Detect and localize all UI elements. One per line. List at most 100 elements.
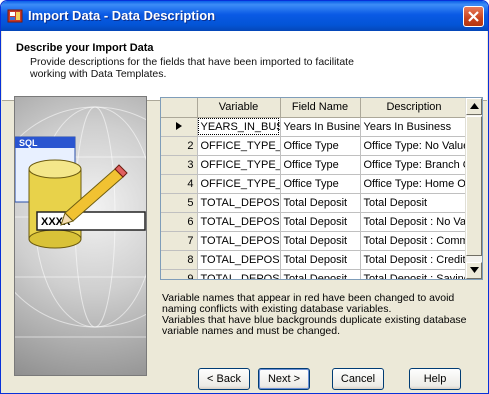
title-bar[interactable]: Import Data - Data Description bbox=[1, 1, 488, 31]
window-title: Import Data - Data Description bbox=[28, 8, 216, 23]
description-cell[interactable]: Total Deposit : Savings bbox=[360, 269, 469, 280]
row-number[interactable]: 6 bbox=[161, 212, 198, 232]
description-cell[interactable]: Office Type: Home Office bbox=[360, 174, 469, 194]
field-name-cell[interactable]: Total Deposit bbox=[280, 231, 361, 251]
variable-cell-text: TOTAL_DEPOSIT_NO_VALUE bbox=[200, 215, 280, 228]
row-number[interactable]: 8 bbox=[161, 250, 198, 270]
row-number[interactable]: 9 bbox=[161, 269, 198, 279]
description-cell[interactable]: Total Deposit : Commercial bbox=[360, 231, 469, 251]
variable-cell[interactable]: YEARS_IN_BUSINESS bbox=[197, 117, 281, 137]
table-row[interactable]: 9TOTAL_DEPOSIT_SAVINGSTotal Deposit Total… bbox=[161, 269, 469, 280]
row-number[interactable]: 3 bbox=[161, 155, 198, 175]
variable-cell[interactable]: TOTAL_DEPOSIT_SAVINGS bbox=[197, 269, 281, 280]
table-row[interactable]: 6TOTAL_DEPOSIT_NO_VALUETotal Deposit Tota… bbox=[161, 212, 469, 232]
field-name-cell-text: Total Deposit bbox=[283, 234, 348, 247]
variable-cell[interactable]: OFFICE_TYPE_NO_VALUE bbox=[197, 136, 281, 156]
column-header-field-name[interactable]: Field Name bbox=[280, 98, 361, 118]
description-cell-text: Total Deposit bbox=[363, 196, 428, 209]
description-cell-text: Office Type: Home Office bbox=[363, 177, 468, 190]
description-cell-text: Years In Business bbox=[363, 120, 452, 133]
field-name-cell[interactable]: Total Deposit bbox=[280, 269, 361, 279]
row-header-corner bbox=[161, 98, 198, 118]
description-cell[interactable]: Total Deposit : No Value bbox=[360, 212, 469, 232]
variable-cell-text: OFFICE_TYPE_HOME bbox=[200, 177, 280, 190]
close-icon bbox=[468, 11, 479, 22]
field-name-cell[interactable]: Office Type bbox=[280, 155, 361, 175]
page-title: Describe your Import Data bbox=[16, 42, 154, 54]
field-name-cell[interactable]: Total Deposit bbox=[280, 212, 361, 232]
row-number[interactable]: 4 bbox=[161, 174, 198, 194]
variable-cell[interactable]: TOTAL_DEPOSIT_NO_VALUE bbox=[197, 212, 281, 232]
close-button[interactable] bbox=[463, 6, 484, 27]
field-name-cell-text: Office Type bbox=[283, 158, 339, 171]
field-name-cell[interactable]: Years In Business bbox=[280, 117, 361, 137]
page-description: Provide descriptions for the fields that… bbox=[30, 56, 354, 80]
table-row[interactable]: YEARS_IN_BUSINESSYears In BusinessYears … bbox=[161, 117, 469, 137]
app-icon bbox=[7, 9, 23, 23]
field-name-cell-text: Office Type bbox=[283, 139, 339, 152]
description-cell-text: Total Deposit : Commercial bbox=[363, 234, 468, 247]
scroll-down-button[interactable] bbox=[466, 262, 482, 279]
variable-cell-text: TOTAL_DEPOSIT_SAVINGS bbox=[200, 272, 280, 280]
field-name-cell-text: Total Deposit bbox=[283, 253, 348, 266]
scroll-thumb[interactable] bbox=[466, 116, 482, 256]
variable-cell-text: OFFICE_TYPE_BRANCH bbox=[200, 158, 280, 171]
row-number[interactable]: 7 bbox=[161, 231, 198, 251]
row-number[interactable]: 2 bbox=[161, 136, 198, 156]
field-name-cell-text: Office Type bbox=[283, 177, 339, 190]
database-illustration: SQL XXXX bbox=[14, 96, 147, 376]
table-row[interactable]: 8TOTAL_DEPOSIT_CREDITTotal Deposit Total … bbox=[161, 250, 469, 270]
variable-cell-text: TOTAL_DEPOSIT_CREDIT bbox=[200, 253, 280, 266]
description-cell[interactable]: Office Type: Branch Office bbox=[360, 155, 469, 175]
description-cell[interactable]: Years In Business bbox=[360, 117, 469, 137]
import-data-dialog: Import Data - Data Description Describe … bbox=[0, 0, 489, 394]
field-name-cell[interactable]: Total Deposit bbox=[280, 193, 361, 213]
description-cell-text: Office Type: No Value bbox=[363, 139, 468, 152]
column-header-description[interactable]: Description bbox=[360, 98, 469, 118]
arrow-up-icon bbox=[470, 103, 479, 109]
field-name-cell[interactable]: Office Type bbox=[280, 174, 361, 194]
row-number[interactable]: 5 bbox=[161, 193, 198, 213]
description-cell-text: Total Deposit : No Value bbox=[363, 215, 468, 228]
description-cell-text: Office Type: Branch Office bbox=[363, 158, 468, 171]
help-button[interactable]: Help bbox=[409, 368, 461, 390]
table-row[interactable]: 4OFFICE_TYPE_HOMEOffice Type Office Type:… bbox=[161, 174, 469, 194]
column-header-variable[interactable]: Variable bbox=[197, 98, 281, 118]
vertical-scrollbar[interactable] bbox=[465, 98, 482, 279]
description-cell[interactable]: Office Type: No Value bbox=[360, 136, 469, 156]
sql-label: SQL bbox=[19, 138, 38, 148]
table-row[interactable]: 3OFFICE_TYPE_BRANCHOffice Type Office Typ… bbox=[161, 155, 469, 175]
naming-notes: Variable names that appear in red have b… bbox=[162, 293, 486, 337]
field-name-cell[interactable]: Total Deposit bbox=[280, 250, 361, 270]
variable-cell[interactable]: OFFICE_TYPE_HOME bbox=[197, 174, 281, 194]
description-cell[interactable]: Total Deposit bbox=[360, 193, 469, 213]
description-cell[interactable]: Total Deposit : Credit bbox=[360, 250, 469, 270]
field-name-cell-text: Years In Business bbox=[283, 120, 360, 133]
note-red-names: Variable names that appear in red have b… bbox=[162, 292, 455, 315]
variable-cell[interactable]: TOTAL_DEPOSIT_COMMERCIAL bbox=[197, 231, 281, 251]
description-cell-text: Total Deposit : Credit bbox=[363, 253, 466, 266]
variable-cell[interactable]: TOTAL_DEPOSIT_CREDIT bbox=[197, 250, 281, 270]
cancel-button[interactable]: Cancel bbox=[332, 368, 384, 390]
back-button[interactable]: < Back bbox=[198, 368, 250, 390]
variable-cell-text: OFFICE_TYPE_NO_VALUE bbox=[200, 139, 280, 152]
field-name-cell[interactable]: Office Type bbox=[280, 136, 361, 156]
variable-cell-text: TOTAL_DEPOSIT bbox=[200, 196, 280, 209]
arrow-down-icon bbox=[470, 267, 479, 273]
header-band: Describe your Import Data Provide descri… bbox=[2, 31, 487, 101]
table-row[interactable]: 7TOTAL_DEPOSIT_COMMERCIALTotal Deposit To… bbox=[161, 231, 469, 251]
database-illustration-graphic: SQL XXXX bbox=[15, 106, 146, 338]
current-row-indicator[interactable] bbox=[161, 117, 198, 137]
table-row[interactable]: 2OFFICE_TYPE_NO_VALUEOffice Type Office T… bbox=[161, 136, 469, 156]
variable-cell[interactable]: TOTAL_DEPOSIT bbox=[197, 193, 281, 213]
fields-grid[interactable]: Variable Field Name Description YEARS_IN… bbox=[160, 97, 483, 280]
next-button[interactable]: Next > bbox=[258, 368, 310, 390]
variable-cell-text: YEARS_IN_BUSINESS bbox=[200, 120, 280, 133]
row-pointer-icon bbox=[175, 121, 182, 130]
description-cell-text: Total Deposit : Savings bbox=[363, 272, 468, 280]
table-row[interactable]: 5TOTAL_DEPOSITTotal DepositTotal Deposit bbox=[161, 193, 469, 213]
field-name-cell-text: Total Deposit bbox=[283, 215, 348, 228]
scroll-up-button[interactable] bbox=[466, 98, 482, 115]
note-blue-backgrounds: Variables that have blue backgrounds dup… bbox=[162, 314, 467, 337]
variable-cell[interactable]: OFFICE_TYPE_BRANCH bbox=[197, 155, 281, 175]
